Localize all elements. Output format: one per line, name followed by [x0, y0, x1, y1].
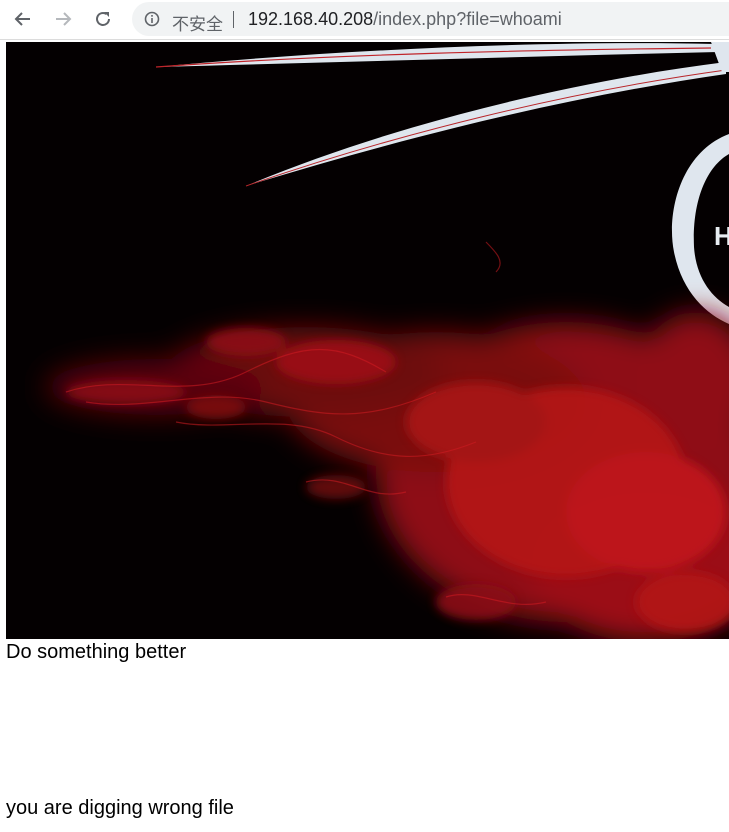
arrow-left-icon	[14, 12, 30, 26]
smoke-dragon-artwork: H	[6, 42, 729, 639]
url-path: /index.php?file=whoami	[373, 9, 562, 29]
hero-image: H	[6, 42, 729, 639]
reload-button[interactable]	[88, 5, 118, 33]
hero-letter: H	[714, 221, 729, 251]
url-host: 192.168.40.208	[248, 9, 374, 29]
forward-button[interactable]	[48, 5, 78, 33]
arrow-right-icon	[56, 12, 72, 26]
info-circle-icon[interactable]	[144, 11, 160, 27]
back-button[interactable]	[8, 5, 38, 33]
url-text[interactable]: 192.168.40.208/index.php?file=whoami	[248, 9, 562, 30]
message-top: Do something better	[6, 641, 187, 663]
reload-icon	[96, 11, 110, 26]
address-bar[interactable]: 不安全 192.168.40.208/index.php?file=whoami	[132, 2, 729, 36]
message-bottom: you are digging wrong file	[6, 797, 234, 819]
browser-toolbar: 不安全 192.168.40.208/index.php?file=whoami	[0, 0, 729, 40]
security-status-label[interactable]: 不安全	[172, 10, 223, 35]
omnibox-divider	[233, 11, 234, 28]
